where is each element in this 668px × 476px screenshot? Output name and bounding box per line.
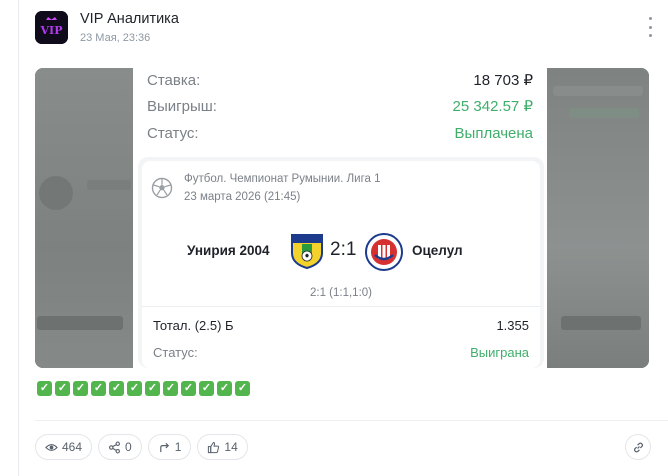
vip-logo-icon: VIP [35,11,68,44]
win-row: Выигрыш: 25 342.57 ₽ [147,96,533,116]
bet-screenshot-image[interactable]: Ставка: 18 703 ₽ Выигрыш: 25 342.57 ₽ Ст… [35,68,649,368]
thumbs-up-icon [208,441,220,453]
views-count: 464 [62,440,83,454]
link-icon [633,441,643,453]
checkmark-emoji-row: ✓ ✓ ✓ ✓ ✓ ✓ ✓ ✓ ✓ ✓ ✓ ✓ [37,381,250,396]
win-label: Выигрыш: [147,97,217,115]
event-status-value: Выиграна [470,345,529,360]
more-options-button[interactable] [647,17,653,37]
bet-slip: Ставка: 18 703 ₽ Выигрыш: 25 342.57 ₽ Ст… [133,68,547,368]
checkbox-icon: ✓ [91,381,106,396]
event-divider [142,306,540,307]
bet-market: Тотал. (2.5) Б [153,318,234,333]
avatar-text: VIP [40,24,63,37]
payout-status-value: Выплачена [454,124,533,142]
post-actions: 464 0 1 14 [35,434,248,460]
checkbox-icon: ✓ [127,381,142,396]
checkbox-icon: ✓ [55,381,70,396]
like-chip[interactable]: 14 [197,434,248,460]
checkbox-icon: ✓ [199,381,214,396]
channel-name[interactable]: VIP Аналитика [80,11,179,27]
repost-icon [159,442,169,452]
checkbox-icon: ✓ [163,381,178,396]
repost-chip[interactable]: 1 [147,434,192,460]
match-score: 2:1 [330,239,357,260]
home-team-name: Унирия 2004 [187,243,270,258]
payout-status-label: Статус: [147,124,199,142]
event-date: 23 марта 2026 (21:45) [184,191,301,203]
share-chip[interactable]: 0 [98,434,142,460]
stake-row: Ставка: 18 703 ₽ [147,70,533,90]
shares-count: 0 [125,440,132,454]
eye-icon [45,443,58,451]
event-card: Футбол. Чемпионат Румынии. Лига 1 23 мар… [138,157,544,368]
checkbox-icon: ✓ [109,381,124,396]
away-team-logo-icon [365,233,403,271]
home-team-logo-icon [291,234,323,269]
checkbox-icon: ✓ [217,381,232,396]
reposts-count: 1 [174,440,182,454]
league-name: Футбол. Чемпионат Румынии. Лига 1 [184,173,381,185]
checkbox-icon: ✓ [145,381,160,396]
views-chip[interactable]: 464 [35,434,93,460]
share-icon [109,441,121,453]
bet-odds: 1.355 [496,318,529,333]
more-vertical-icon [648,17,652,20]
soccer-ball-icon [151,177,173,199]
copy-link-button[interactable] [625,434,651,460]
footer-divider [35,420,668,421]
stake-value: 18 703 ₽ [473,72,533,89]
away-team-name: Оцелул [412,243,463,258]
payout-status-row: Статус: Выплачена [147,123,533,143]
channel-avatar[interactable]: VIP [35,11,68,44]
score-by-halves: 2:1 (1:1,1:0) [309,287,372,299]
checkbox-icon: ✓ [181,381,196,396]
win-value: 25 342.57 ₽ [452,98,533,115]
post-card: VIP VIP Аналитика 23 Мая, 23:36 Ставка: … [18,0,668,476]
checkbox-icon: ✓ [73,381,88,396]
checkbox-icon: ✓ [235,381,250,396]
likes-count: 14 [224,440,238,454]
checkbox-icon: ✓ [37,381,52,396]
post-date: 23 Мая, 23:36 [80,32,151,44]
event-status-label: Статус: [153,345,198,360]
stake-label: Ставка: [147,71,201,89]
